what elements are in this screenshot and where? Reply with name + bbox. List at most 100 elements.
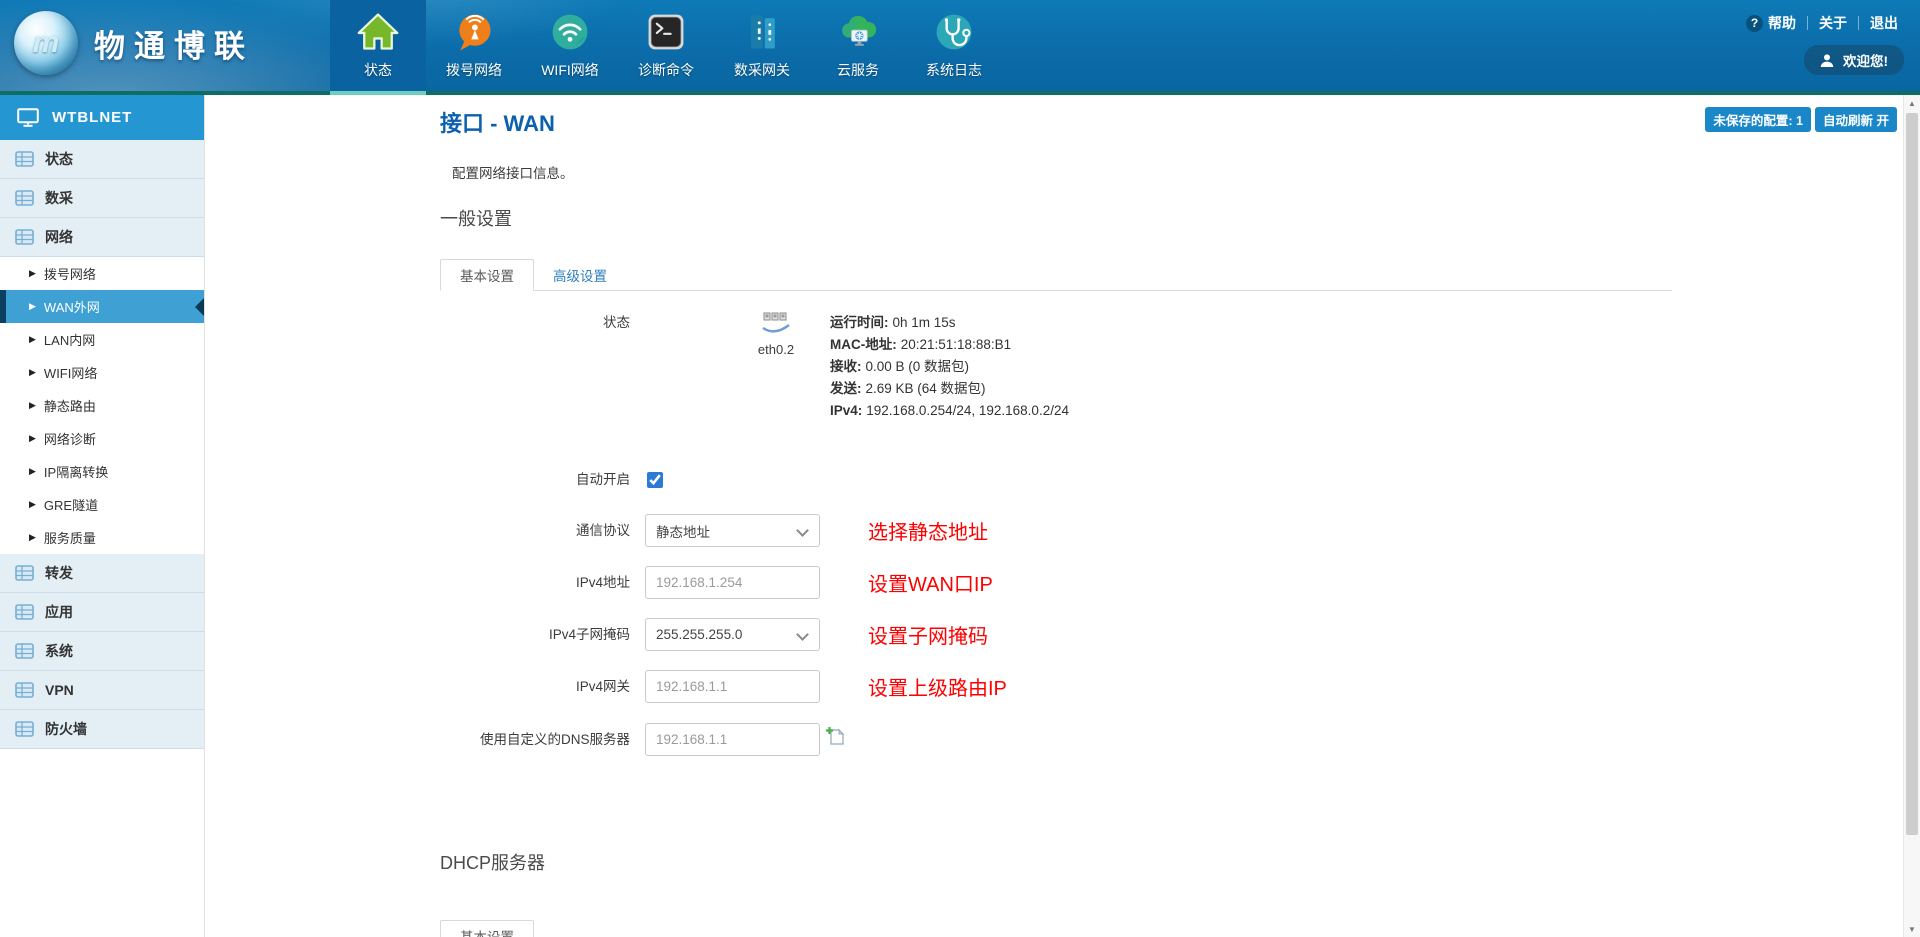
monitor-icon (17, 108, 39, 127)
status-label: 状态 (440, 312, 645, 334)
table-icon (15, 604, 34, 620)
auto-refresh-button[interactable]: 自动刷新 开 (1815, 107, 1897, 132)
nav-label: 拨号网络 (446, 60, 502, 80)
ipv4-address-input[interactable] (645, 566, 820, 599)
scrollbar: ▲ ▼ (1903, 95, 1920, 937)
section-general-settings: 一般设置 (440, 208, 1672, 230)
nav-item-diagnostic-command[interactable]: 诊断命令 (618, 0, 714, 91)
scrollbar-thumb[interactable] (1906, 113, 1918, 835)
table-icon (15, 229, 34, 245)
nav-label: 诊断命令 (638, 60, 694, 80)
sidebar-item-static-route[interactable]: ▶静态路由 (0, 389, 204, 422)
table-icon (15, 721, 34, 737)
gateway-input[interactable] (645, 670, 820, 703)
dns-label: 使用自定义的DNS服务器 (440, 729, 645, 751)
stat-line: 运行时间:0h 1m 15s (830, 312, 1069, 334)
sidebar-item-gre-tunnel[interactable]: ▶GRE隧道 (0, 488, 204, 521)
scroll-down-arrow[interactable]: ▼ (1904, 921, 1920, 937)
protocol-annotation: 选择静态地址 (868, 516, 988, 545)
nav-item-status[interactable]: 状态 (330, 0, 426, 91)
brand-logo: m 物通博联 (14, 11, 254, 75)
auto-start-checkbox[interactable] (647, 472, 663, 488)
table-icon (15, 565, 34, 581)
sidebar-item-system[interactable]: 系统 (0, 632, 204, 671)
protocol-label: 通信协议 (440, 520, 645, 542)
page-description: 配置网络接口信息。 (452, 162, 1672, 182)
sidebar-item-lan[interactable]: ▶LAN内网 (0, 323, 204, 356)
sidebar-item-network-diagnosis[interactable]: ▶网络诊断 (0, 422, 204, 455)
tab-basic-settings[interactable]: 基本设置 (440, 259, 534, 291)
unsaved-changes-button[interactable]: 未保存的配置: 1 (1705, 107, 1811, 132)
netmask-label: IPv4子网掩码 (440, 624, 645, 646)
top-links: ?帮助 关于 退出 (1746, 13, 1898, 33)
triangle-icon: ▶ (29, 334, 36, 345)
netmask-select[interactable]: 255.255.255.0 (645, 618, 820, 651)
ipv4-annotation: 设置WAN口IP (868, 568, 993, 597)
page-title: 接口 - WAN (440, 112, 1672, 136)
protocol-select[interactable]: 静态地址 (645, 514, 820, 547)
logout-link[interactable]: 退出 (1870, 13, 1898, 33)
sidebar-item-wan[interactable]: ▶WAN外网 (0, 290, 204, 323)
add-dns-button[interactable] (825, 726, 844, 745)
nav-item-system-log[interactable]: 系统日志 (906, 0, 1002, 91)
dialup-antenna-icon (451, 9, 497, 55)
stethoscope-icon (931, 9, 977, 55)
scroll-up-arrow[interactable]: ▲ (1904, 95, 1920, 111)
triangle-icon: ▶ (29, 433, 36, 444)
dns-input[interactable] (645, 723, 820, 756)
main-content: 未保存的配置: 1 自动刷新 开 接口 - WAN 配置网络接口信息。 一般设置… (206, 95, 1903, 937)
top-header: m 物通博联 状态 拨号网络 WIFI网络 诊断命令 (0, 0, 1920, 95)
sidebar-item-network[interactable]: 网络 (0, 218, 204, 257)
section-dhcp-server: DHCP服务器 (440, 852, 1672, 874)
sidebar-item-wifi[interactable]: ▶WIFI网络 (0, 356, 204, 389)
tab-advanced-settings[interactable]: 高级设置 (534, 259, 626, 290)
nav-item-dialup-network[interactable]: 拨号网络 (426, 0, 522, 91)
sidebar-item-data-collect[interactable]: 数采 (0, 179, 204, 218)
welcome-badge[interactable]: 欢迎您! (1804, 45, 1904, 75)
nav-label: 系统日志 (926, 60, 982, 80)
tab-dhcp-basic-settings[interactable]: 基本设置 (440, 920, 534, 937)
nav-item-wifi-network[interactable]: WIFI网络 (522, 0, 618, 91)
ethernet-icon (761, 321, 791, 338)
nav-item-cloud-service[interactable]: 云服务 (810, 0, 906, 91)
triangle-icon: ▶ (29, 532, 36, 543)
table-icon (15, 643, 34, 659)
sidebar-item-dialup[interactable]: ▶拨号网络 (0, 257, 204, 290)
sidebar-item-forwarding[interactable]: 转发 (0, 554, 204, 593)
table-icon (15, 682, 34, 698)
top-nav: 状态 拨号网络 WIFI网络 诊断命令 数采网关 (330, 0, 1002, 91)
gateway-row: IPv4网关 设置上级路由IP (440, 670, 1672, 703)
nav-label: 数采网关 (734, 60, 790, 80)
home-icon (355, 9, 401, 55)
netmask-row: IPv4子网掩码 255.255.255.0 设置子网掩码 (440, 618, 1672, 651)
sidebar-device-title: WTBLNET (0, 95, 204, 140)
about-link[interactable]: 关于 (1819, 13, 1847, 33)
protocol-row: 通信协议 静态地址 选择静态地址 (440, 514, 1672, 547)
sidebar-item-ip-passthrough[interactable]: ▶IP隔离转换 (0, 455, 204, 488)
triangle-icon: ▶ (29, 466, 36, 477)
triangle-icon: ▶ (29, 499, 36, 510)
table-icon (15, 190, 34, 206)
sidebar-item-qos[interactable]: ▶服务质量 (0, 521, 204, 554)
gateway-server-icon (739, 9, 785, 55)
settings-tabs: 基本设置 高级设置 (440, 259, 1672, 291)
stat-line: MAC-地址:20:21:51:18:88:B1 (830, 334, 1069, 356)
gateway-label: IPv4网关 (440, 676, 645, 698)
status-toolbar: 未保存的配置: 1 自动刷新 开 (1705, 107, 1897, 132)
triangle-icon: ▶ (29, 301, 36, 312)
sidebar-item-application[interactable]: 应用 (0, 593, 204, 632)
sidebar-item-firewall[interactable]: 防火墙 (0, 710, 204, 749)
nav-label: 云服务 (837, 60, 879, 80)
interface-device: eth0.2 (730, 312, 822, 357)
auto-start-label: 自动开启 (440, 469, 645, 491)
nav-item-data-gateway[interactable]: 数采网关 (714, 0, 810, 91)
sidebar-item-vpn[interactable]: VPN (0, 671, 204, 710)
help-link[interactable]: ?帮助 (1746, 13, 1796, 33)
cloud-icon (835, 9, 881, 55)
interface-stats: 运行时间:0h 1m 15s MAC-地址:20:21:51:18:88:B1 … (830, 312, 1069, 422)
nav-label: 状态 (364, 60, 392, 80)
netmask-annotation: 设置子网掩码 (868, 620, 988, 649)
sidebar-item-status[interactable]: 状态 (0, 140, 204, 179)
triangle-icon: ▶ (29, 268, 36, 279)
table-icon (15, 151, 34, 167)
